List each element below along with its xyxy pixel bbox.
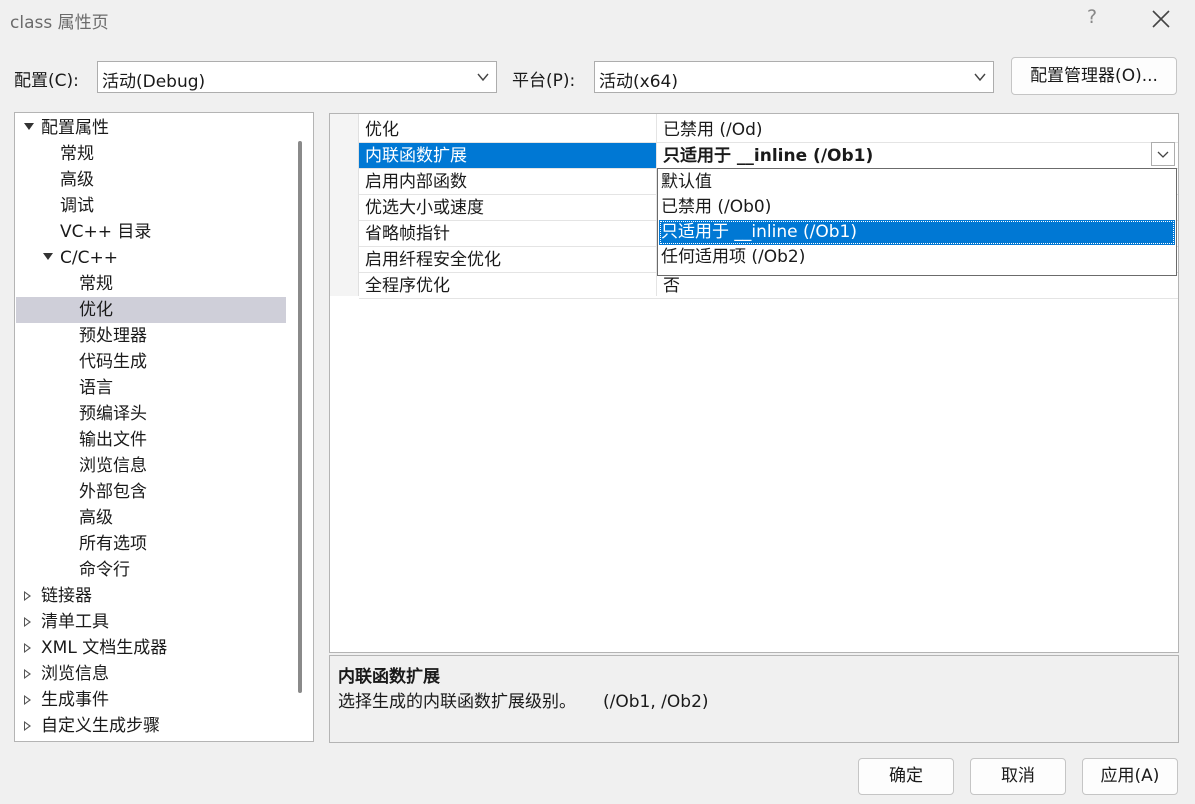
config-select[interactable]: 活动(Debug) xyxy=(97,61,497,93)
tree-node-label: 生成事件 xyxy=(41,690,109,710)
collapsed-triangle-icon[interactable] xyxy=(24,669,31,679)
tree-scrollbar[interactable] xyxy=(298,141,302,693)
collapsed-triangle-icon[interactable] xyxy=(24,643,31,653)
tree-node-label: 高级 xyxy=(79,508,113,528)
tree-node-label: 语言 xyxy=(79,378,113,398)
close-button[interactable] xyxy=(1150,4,1172,32)
tree-node-label: 配置属性 xyxy=(41,118,109,138)
tree-node[interactable]: 自定义生成步骤 xyxy=(16,713,286,739)
property-name: 启用内部函数 xyxy=(365,172,467,192)
property-row[interactable]: 全程序优化 否 xyxy=(330,273,1178,299)
chevron-down-icon xyxy=(477,73,489,82)
property-name: 省略帧指针 xyxy=(365,224,450,244)
description-panel: 内联函数扩展 选择生成的内联函数扩展级别。 (/Ob1, /Ob2) xyxy=(329,655,1179,743)
tree-node-label: 常规 xyxy=(60,144,94,164)
tree-node[interactable]: 链接器 xyxy=(16,583,286,609)
tree-node-label: 常规 xyxy=(79,274,113,294)
tree-node[interactable]: 代码生成 xyxy=(16,349,286,375)
property-row[interactable]: 内联函数扩展 只适用于 __inline (/Ob1) xyxy=(330,143,1178,169)
ok-button[interactable]: 确定 xyxy=(858,758,954,795)
cancel-button[interactable]: 取消 xyxy=(970,758,1066,795)
help-button[interactable]: ? xyxy=(1085,6,1099,28)
expanded-triangle-icon[interactable] xyxy=(24,123,34,130)
platform-select[interactable]: 活动(x64) xyxy=(594,61,994,93)
tree-node-label: 调试 xyxy=(60,196,94,216)
tree-node-label: 自定义生成步骤 xyxy=(41,716,160,736)
tree-node[interactable]: 清单工具 xyxy=(16,609,286,635)
property-name: 全程序优化 xyxy=(365,276,450,296)
property-value[interactable]: 否 xyxy=(657,273,1178,298)
tree-node[interactable]: 语言 xyxy=(16,375,286,401)
tree-node[interactable]: 浏览信息 xyxy=(16,453,286,479)
tree-node[interactable]: 输出文件 xyxy=(16,427,286,453)
tree-node-label: 所有选项 xyxy=(79,534,147,554)
config-label: 配置(C): xyxy=(14,71,79,91)
tree-node[interactable]: 命令行 xyxy=(16,557,286,583)
tree-node-label: 浏览信息 xyxy=(41,664,109,684)
tree-node[interactable]: 预处理器 xyxy=(16,323,286,349)
tree-node[interactable]: VC++ 目录 xyxy=(16,219,286,245)
tree-node[interactable]: 预编译头 xyxy=(16,401,286,427)
collapsed-triangle-icon[interactable] xyxy=(24,695,31,705)
tree-node-label: VC++ 目录 xyxy=(60,222,152,242)
window-title: class 属性页 xyxy=(10,13,109,33)
tree-node[interactable]: 浏览信息 xyxy=(16,661,286,687)
tree-node[interactable]: 生成事件 xyxy=(16,687,286,713)
tree-node[interactable]: C/C++ xyxy=(16,245,286,271)
platform-label: 平台(P): xyxy=(512,71,576,91)
expanded-triangle-icon[interactable] xyxy=(43,253,53,260)
chevron-down-icon xyxy=(974,73,986,82)
close-icon xyxy=(1152,10,1170,28)
tree-node[interactable]: XML 文档生成器 xyxy=(16,635,286,661)
tree-node-label: 浏览信息 xyxy=(79,456,147,476)
dropdown-option[interactable]: 已禁用 (/Ob0) xyxy=(659,195,1175,220)
property-name: 优化 xyxy=(365,120,399,140)
tree-node[interactable]: 所有选项 xyxy=(16,531,286,557)
collapsed-triangle-icon[interactable] xyxy=(24,617,31,627)
tree-node[interactable]: 优化 xyxy=(16,297,286,323)
tree-node-label: C/C++ xyxy=(60,248,118,268)
property-name: 优选大小或速度 xyxy=(365,198,484,218)
tree-node-label: 链接器 xyxy=(41,586,92,606)
tree-node-label: 外部包含 xyxy=(79,482,147,502)
collapsed-triangle-icon[interactable] xyxy=(24,721,31,731)
tree-node-label: XML 文档生成器 xyxy=(41,638,168,658)
platform-value: 活动(x64) xyxy=(599,72,678,92)
collapsed-triangle-icon[interactable] xyxy=(24,591,31,601)
tree-node-label: 预编译头 xyxy=(79,404,147,424)
tree-node-label: 代码生成 xyxy=(79,352,147,372)
description-title: 内联函数扩展 xyxy=(338,667,440,687)
property-tree[interactable]: 配置属性 常规 高级 调试 VC++ 目录 C/C++ 常规 优化 预处理器 代码生成 语言 预编译头… xyxy=(14,112,314,742)
dropdown-option[interactable]: 只适用于 __inline (/Ob1) xyxy=(659,220,1175,245)
tree-node[interactable]: 配置属性 xyxy=(16,115,286,141)
property-name: 启用纤程安全优化 xyxy=(365,250,501,270)
row-divider xyxy=(359,298,1178,299)
tree-node-label: 输出文件 xyxy=(79,430,147,450)
tree-node[interactable]: 常规 xyxy=(16,271,286,297)
property-value[interactable]: 只适用于 __inline (/Ob1) xyxy=(657,143,1178,168)
apply-button[interactable]: 应用(A) xyxy=(1082,758,1178,795)
tree-node[interactable]: 调试 xyxy=(16,193,286,219)
property-value[interactable]: 已禁用 (/Od) xyxy=(657,117,1178,142)
dropdown-option[interactable]: 任何适用项 (/Ob2) xyxy=(659,245,1175,270)
config-manager-button[interactable]: 配置管理器(O)... xyxy=(1011,57,1177,95)
property-row[interactable]: 优化 已禁用 (/Od) xyxy=(330,117,1178,143)
description-text: 选择生成的内联函数扩展级别。 (/Ob1, /Ob2) xyxy=(338,692,709,712)
chevron-down-icon xyxy=(1157,151,1169,158)
value-dropdown-list[interactable]: 默认值 已禁用 (/Ob0) 只适用于 __inline (/Ob1) 任何适用项 (… xyxy=(657,168,1177,276)
tree-node-label: 预处理器 xyxy=(79,326,147,346)
tree-node[interactable]: 常规 xyxy=(16,141,286,167)
tree-node[interactable]: 外部包含 xyxy=(16,479,286,505)
tree-node-label: 命令行 xyxy=(79,560,130,580)
dropdown-option[interactable]: 默认值 xyxy=(659,170,1175,195)
tree-node-label: 高级 xyxy=(60,170,94,190)
property-name: 内联函数扩展 xyxy=(359,143,656,168)
value-dropdown-button[interactable] xyxy=(1151,142,1175,166)
tree-node[interactable]: 高级 xyxy=(16,505,286,531)
tree-node-label: 优化 xyxy=(79,300,113,320)
tree-node[interactable]: 高级 xyxy=(16,167,286,193)
config-value: 活动(Debug) xyxy=(102,72,206,92)
tree-node-label: 清单工具 xyxy=(41,612,109,632)
